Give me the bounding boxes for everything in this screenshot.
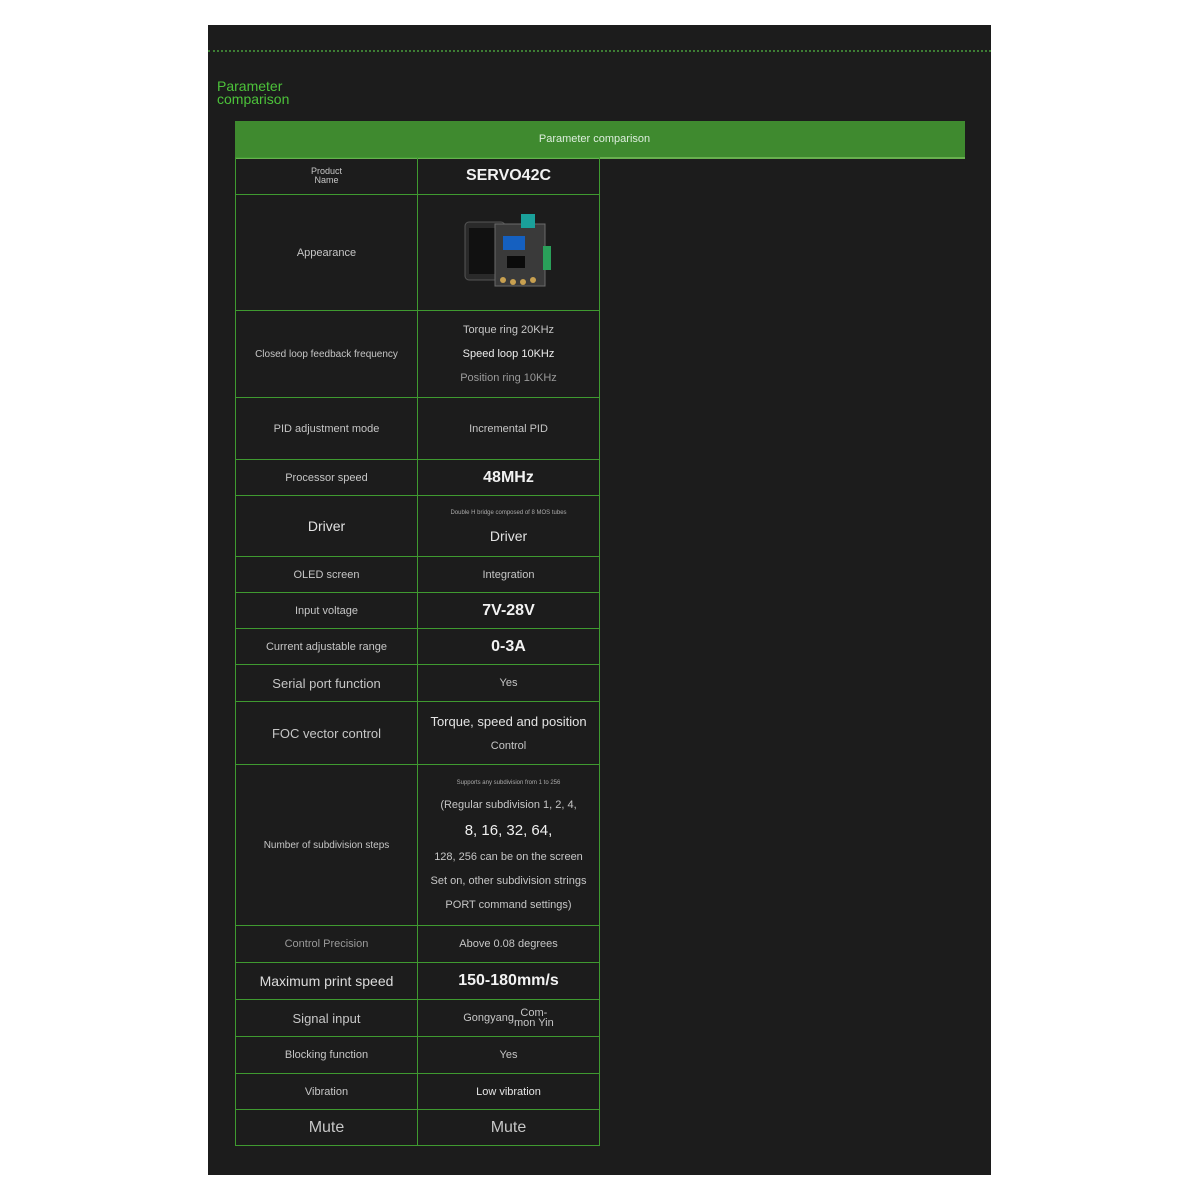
label-vibration: Vibration <box>235 1073 418 1110</box>
foc-line-2: Control <box>490 740 527 752</box>
subdivision-line-3: 128, 256 can be on the screen <box>434 851 583 863</box>
label-oled: OLED screen <box>235 556 418 593</box>
signal-value-a: Gongyang <box>463 1012 514 1024</box>
driver-value: Driver <box>489 528 528 544</box>
subdivision-line-2: 8, 16, 32, 64, <box>464 822 553 839</box>
section-heading: Parameter comparison <box>217 79 290 107</box>
subdivision-line-1: (Regular subdivision 1, 2, 4, <box>440 799 577 811</box>
closed-loop-line-2: Speed loop 10KHz <box>462 348 555 360</box>
label-voltage: Input voltage <box>235 592 418 629</box>
subdivision-line-5: PORT command settings) <box>445 899 572 911</box>
label-mute: Mute <box>235 1109 418 1146</box>
product-label-2: Name <box>314 175 339 185</box>
signal-value-b: Com- mon Yin <box>514 1008 554 1029</box>
comparison-panel: Parameter comparison Parameter compariso… <box>208 25 991 1175</box>
value-oled: Integration <box>417 556 600 593</box>
label-appearance: Appearance <box>235 194 418 311</box>
label-current: Current adjustable range <box>235 628 418 665</box>
banner-title: Parameter comparison <box>538 133 651 145</box>
label-driver: Driver <box>235 495 418 557</box>
signal-value-b-2: mon Yin <box>514 1017 554 1029</box>
dotted-divider <box>208 50 991 52</box>
label-subdivision: Number of subdivision steps <box>235 764 418 926</box>
closed-loop-line-1: Torque ring 20KHz <box>462 324 555 336</box>
label-processor: Processor speed <box>235 459 418 496</box>
label-closed-loop: Closed loop feedback frequency <box>235 310 418 398</box>
value-blocking: Yes <box>417 1036 600 1074</box>
label-blocking: Blocking function <box>235 1036 418 1074</box>
value-serial: Yes <box>417 664 600 702</box>
value-print-speed: 150-180mm/s <box>417 962 600 1000</box>
value-pid: Incremental PID <box>417 397 600 460</box>
label-product-name: Product Name <box>235 157 418 195</box>
value-closed-loop: Torque ring 20KHz Speed loop 10KHz Posit… <box>417 310 600 398</box>
value-current: 0-3A <box>417 628 600 665</box>
foc-line-1: Torque, speed and position <box>430 714 587 729</box>
label-print-speed: Maximum print speed <box>235 962 418 1000</box>
value-appearance <box>417 194 600 311</box>
value-voltage: 7V-28V <box>417 592 600 629</box>
label-serial: Serial port function <box>235 664 418 702</box>
value-signal: Gongyang Com- mon Yin <box>417 999 600 1037</box>
value-processor: 48MHz <box>417 459 600 496</box>
label-foc: FOC vector control <box>235 701 418 765</box>
value-subdivision: Supports any subdivision from 1 to 256 (… <box>417 764 600 926</box>
value-mute: Mute <box>417 1109 600 1146</box>
value-precision: Above 0.08 degrees <box>417 925 600 963</box>
value-foc: Torque, speed and position Control <box>417 701 600 765</box>
heading-line-2: comparison <box>217 91 290 107</box>
value-product-name: SERVO42C <box>417 157 600 195</box>
value-vibration: Low vibration <box>417 1073 600 1110</box>
value-driver: Double H bridge composed of 8 MOS tubes … <box>417 495 600 557</box>
label-precision: Control Precision <box>235 925 418 963</box>
label-signal: Signal input <box>235 999 418 1037</box>
servo-motor-image <box>464 213 551 286</box>
subdivision-line-4: Set on, other subdivision strings <box>430 875 587 887</box>
label-pid: PID adjustment mode <box>235 397 418 460</box>
closed-loop-line-3: Position ring 10KHz <box>460 372 557 384</box>
subdivision-note: Supports any subdivision from 1 to 256 <box>456 780 561 786</box>
driver-note: Double H bridge composed of 8 MOS tubes <box>450 510 567 516</box>
